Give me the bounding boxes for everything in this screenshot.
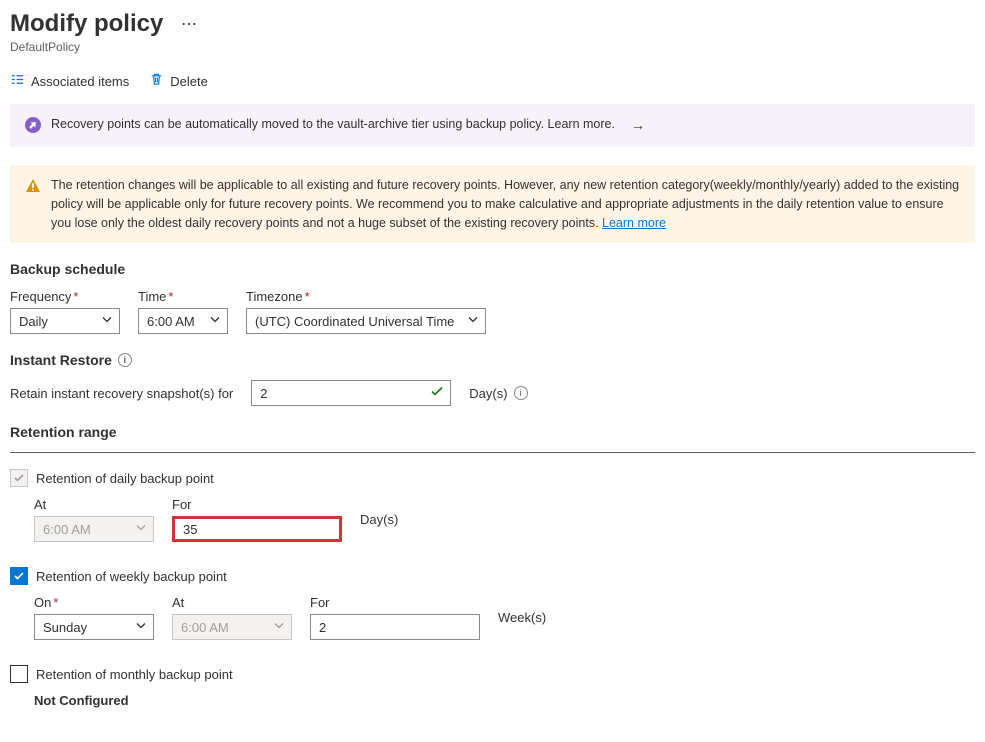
instant-restore-prefix: Retain instant recovery snapshot(s) for [10, 386, 233, 401]
page-subtitle: DefaultPolicy [10, 40, 975, 54]
chevron-down-icon [467, 314, 479, 329]
time-label: Time* [138, 289, 228, 304]
weekly-at-label: At [172, 595, 292, 610]
weekly-for-input[interactable]: 2 [310, 614, 480, 640]
daily-for-input[interactable]: 35 [172, 516, 342, 542]
instant-restore-unit: Day(s) [469, 386, 507, 401]
archive-icon [25, 117, 41, 133]
weekly-on-label: On* [34, 595, 154, 610]
daily-retention-label: Retention of daily backup point [36, 471, 214, 486]
more-actions-button[interactable]: ⋯ [181, 14, 198, 34]
backup-schedule-heading: Backup schedule [10, 261, 975, 277]
weekly-retention-label: Retention of weekly backup point [36, 569, 227, 584]
chevron-down-icon [209, 314, 221, 329]
warning-icon [25, 178, 41, 194]
info-icon[interactable]: i [118, 353, 132, 367]
delete-button[interactable]: Delete [149, 72, 208, 90]
trash-icon [149, 72, 164, 90]
retention-range-heading: Retention range [10, 424, 975, 440]
instant-restore-heading: Instant Restore i [10, 352, 975, 368]
info-banner: Recovery points can be automatically mov… [10, 104, 975, 147]
chevron-down-icon [101, 314, 113, 329]
weekly-retention-checkbox[interactable] [10, 567, 28, 585]
list-icon [10, 72, 25, 90]
page-title: Modify policy [10, 10, 163, 38]
timezone-select[interactable]: (UTC) Coordinated Universal Time [246, 308, 486, 334]
warning-banner: The retention changes will be applicable… [10, 165, 975, 243]
daily-for-label: For [172, 497, 342, 512]
daily-unit: Day(s) [360, 512, 398, 527]
weekly-for-label: For [310, 595, 480, 610]
daily-at-label: At [34, 497, 154, 512]
weekly-unit: Week(s) [498, 610, 546, 625]
info-banner-arrow[interactable]: → [631, 115, 645, 136]
monthly-not-configured: Not Configured [34, 693, 975, 708]
info-banner-text: Recovery points can be automatically mov… [51, 115, 615, 134]
daily-at-select: 6:00 AM [34, 516, 154, 542]
chevron-down-icon [135, 522, 147, 537]
monthly-retention-checkbox[interactable] [10, 665, 28, 683]
warning-banner-text: The retention changes will be applicable… [51, 178, 959, 230]
checkmark-icon [430, 385, 444, 402]
info-icon[interactable]: i [514, 386, 528, 400]
timezone-label: Timezone* [246, 289, 486, 304]
divider [10, 452, 975, 453]
associated-items-label: Associated items [31, 74, 129, 89]
toolbar: Associated items Delete [10, 72, 975, 90]
monthly-retention-label: Retention of monthly backup point [36, 667, 233, 682]
frequency-select[interactable]: Daily [10, 308, 120, 334]
delete-label: Delete [170, 74, 208, 89]
warning-learn-more-link[interactable]: Learn more [602, 216, 666, 230]
weekly-on-select[interactable]: Sunday [34, 614, 154, 640]
time-select[interactable]: 6:00 AM [138, 308, 228, 334]
daily-retention-checkbox [10, 469, 28, 487]
frequency-label: Frequency* [10, 289, 120, 304]
instant-restore-input[interactable]: 2 [251, 380, 451, 406]
chevron-down-icon [135, 620, 147, 635]
weekly-at-select: 6:00 AM [172, 614, 292, 640]
chevron-down-icon [273, 620, 285, 635]
associated-items-button[interactable]: Associated items [10, 72, 129, 90]
